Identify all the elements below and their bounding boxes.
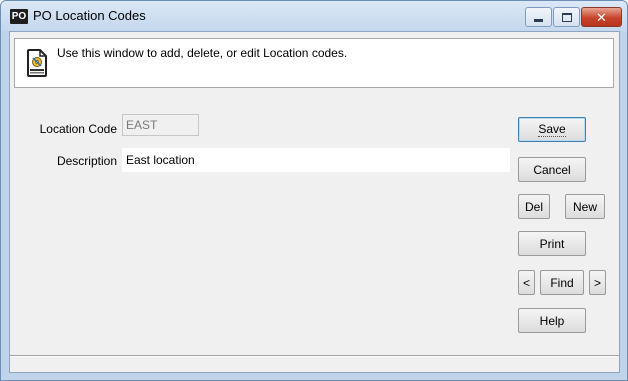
next-record-button[interactable]: > [589,270,606,295]
close-button[interactable]: ✕ [581,7,622,27]
cancel-button[interactable]: Cancel [518,157,586,182]
info-text: Use this window to add, delete, or edit … [57,46,348,60]
document-gear-icon [27,49,47,77]
description-label: Description [56,154,117,168]
minimize-icon [534,18,543,22]
info-panel: Use this window to add, delete, or edit … [14,38,614,88]
description-field[interactable] [122,148,510,172]
help-button[interactable]: Help [518,308,586,333]
title-bar[interactable]: PO PO Location Codes ✕ [1,1,627,31]
delete-button[interactable]: Del [518,194,550,219]
window-client-area: Use this window to add, delete, or edit … [9,31,620,373]
window-title: PO Location Codes [33,8,146,23]
location-code-label: Location Code [39,122,117,136]
new-button[interactable]: New [565,194,605,219]
po-location-codes-window: PO PO Location Codes ✕ Use this window t… [0,0,628,381]
bottom-divider [10,355,619,357]
location-code-field[interactable] [122,114,199,136]
close-icon: ✕ [596,9,607,25]
po-app-icon: PO [10,9,28,24]
save-button-label: Save [538,122,566,137]
maximize-icon [561,12,572,22]
previous-record-button[interactable]: < [518,270,535,295]
minimize-button[interactable] [525,7,552,27]
print-button[interactable]: Print [518,231,586,256]
maximize-button[interactable] [553,7,580,27]
save-button[interactable]: Save [518,117,586,142]
find-button[interactable]: Find [540,270,584,295]
